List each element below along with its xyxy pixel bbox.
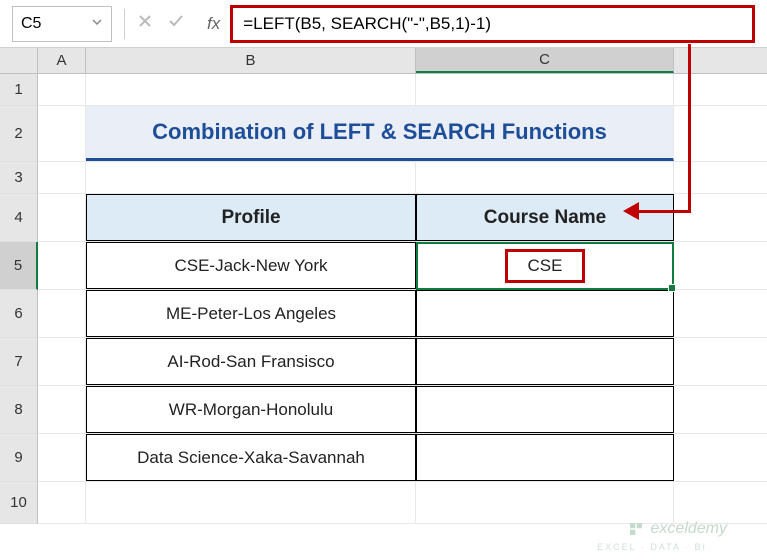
name-box-value: C5 [21,15,41,33]
fx-icon[interactable]: fx [207,14,220,34]
watermark-logo-icon [627,520,645,538]
col-header-C[interactable]: C [416,48,674,73]
formula-bar: C5 fx =LEFT(B5, SEARCH("-",B5,1)-1) [0,0,767,48]
formula-controls: fx [137,12,220,35]
cell-C8[interactable] [416,386,674,433]
row-header-10[interactable]: 10 [0,482,38,524]
row-header-6[interactable]: 6 [0,290,38,338]
col-header-A[interactable]: A [38,48,86,73]
watermark-subtitle: EXCEL · DATA · BI [597,542,707,552]
cell-B7[interactable]: AI-Rod-San Fransisco [86,338,416,385]
cell-A1[interactable] [38,74,86,105]
col-header-B[interactable]: B [86,48,416,73]
cell-C5[interactable]: CSE [416,242,674,289]
cell-C1[interactable] [416,74,674,105]
cell-B1[interactable] [86,74,416,105]
accept-icon[interactable] [167,12,185,35]
row-header-8[interactable]: 8 [0,386,38,434]
cell-A6[interactable] [38,290,86,337]
cell-A3[interactable] [38,162,86,193]
watermark: exceldemy [627,520,727,538]
row-header-1[interactable]: 1 [0,74,38,106]
cell-C6[interactable] [416,290,674,337]
cells-area[interactable]: Combination of LEFT & SEARCH Functions P… [38,74,767,524]
cell-A8[interactable] [38,386,86,433]
cell-B8[interactable]: WR-Morgan-Honolulu [86,386,416,433]
cell-C10[interactable] [416,482,674,523]
cell-A5[interactable] [38,242,86,289]
formula-input[interactable]: =LEFT(B5, SEARCH("-",B5,1)-1) [230,5,755,43]
cell-B5[interactable]: CSE-Jack-New York [86,242,416,289]
formula-text: =LEFT(B5, SEARCH("-",B5,1)-1) [243,14,491,34]
cell-A2[interactable] [38,106,86,161]
row-header-9[interactable]: 9 [0,434,38,482]
title-cell[interactable]: Combination of LEFT & SEARCH Functions [86,106,674,161]
name-box[interactable]: C5 [12,6,112,42]
select-all-corner[interactable] [0,48,38,73]
cell-A7[interactable] [38,338,86,385]
row-header-5[interactable]: 5 [0,242,38,290]
cell-C9[interactable] [416,434,674,481]
row-header-3[interactable]: 3 [0,162,38,194]
row-header-4[interactable]: 4 [0,194,38,242]
cell-A9[interactable] [38,434,86,481]
annotation-line-horizontal [636,210,691,213]
cell-B3[interactable] [86,162,416,193]
cell-C7[interactable] [416,338,674,385]
row-header-2[interactable]: 2 [0,106,38,162]
row-header-7[interactable]: 7 [0,338,38,386]
cancel-icon[interactable] [137,13,153,34]
annotation-arrow-icon [623,202,639,220]
spreadsheet-grid: A B C 1 2 3 4 5 6 7 8 9 10 Combination [0,48,767,524]
column-headers: A B C [0,48,767,74]
cell-B10[interactable] [86,482,416,523]
header-profile[interactable]: Profile [86,194,416,241]
cell-A10[interactable] [38,482,86,523]
result-value: CSE [505,249,586,283]
watermark-text: exceldemy [651,520,727,538]
cell-A4[interactable] [38,194,86,241]
cell-B6[interactable]: ME-Peter-Los Angeles [86,290,416,337]
cell-C3[interactable] [416,162,674,193]
chevron-down-icon[interactable] [91,15,103,33]
row-headers: 1 2 3 4 5 6 7 8 9 10 [0,74,38,524]
divider [124,9,125,39]
annotation-line-vertical [688,44,691,212]
cell-B9[interactable]: Data Science-Xaka-Savannah [86,434,416,481]
